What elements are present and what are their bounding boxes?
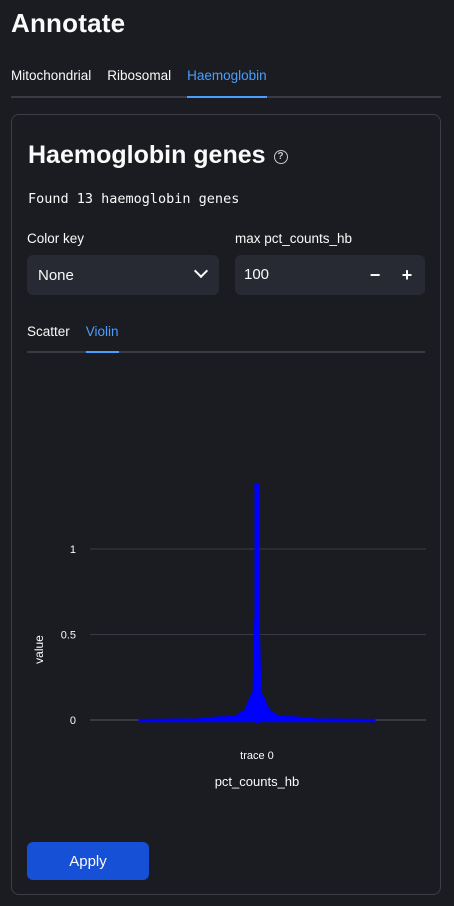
data-point [254, 708, 260, 715]
tab-scatter[interactable]: Scatter [27, 321, 70, 351]
increment-button[interactable]: + [393, 261, 421, 289]
violin-body [138, 485, 376, 723]
found-genes-text: Found 13 haemoglobin genes [28, 191, 240, 207]
data-point [254, 640, 260, 647]
section-title: Haemoglobin genes [28, 141, 266, 169]
violin-series [138, 485, 376, 723]
data-point [254, 679, 260, 686]
max-pct-counts-hb-input[interactable]: 100 − + [235, 255, 425, 295]
data-point [254, 482, 260, 489]
y-tick-labels: 00.51 [61, 544, 76, 727]
data-point [254, 629, 260, 636]
x-axis-label: pct_counts_hb [215, 774, 300, 789]
data-point [254, 634, 260, 641]
max-pct-counts-hb-value[interactable]: 100 [244, 266, 269, 283]
max-field-label: max pct_counts_hb [235, 231, 353, 246]
page-title: Annotate [11, 8, 126, 38]
y-axis-label: value [32, 635, 46, 664]
decrement-button[interactable]: − [361, 261, 389, 289]
data-point [254, 696, 260, 703]
y-tick-label: 0 [70, 715, 76, 727]
trace-label: trace 0 [240, 750, 274, 762]
y-tick-label: 1 [70, 544, 76, 556]
tab-haemoglobin[interactable]: Haemoglobin [187, 62, 267, 98]
violin-chart[interactable]: 00.51 value trace 0 pct_counts_hb [12, 355, 442, 815]
tab-mitochondrial[interactable]: Mitochondrial [11, 62, 91, 96]
tab-violin[interactable]: Violin [85, 321, 119, 353]
data-point [254, 703, 260, 710]
color-key-label: Color key [27, 231, 85, 246]
plot-tab-bar: Scatter Violin [27, 321, 425, 353]
color-key-value: None [38, 266, 74, 284]
chevron-down-icon [193, 263, 209, 279]
y-tick-label: 0.5 [61, 630, 76, 642]
apply-button[interactable]: Apply [27, 842, 149, 880]
tab-ribosomal[interactable]: Ribosomal [107, 62, 171, 96]
top-tab-bar: Mitochondrial Ribosomal Haemoglobin [11, 62, 441, 98]
haemoglobin-panel: Haemoglobin genes ? Found 13 haemoglobin… [11, 114, 441, 895]
section-heading: Haemoglobin genes ? [28, 141, 288, 170]
color-key-select[interactable]: None [27, 255, 219, 295]
data-point [254, 657, 260, 664]
question-circle-icon[interactable]: ? [273, 149, 288, 164]
